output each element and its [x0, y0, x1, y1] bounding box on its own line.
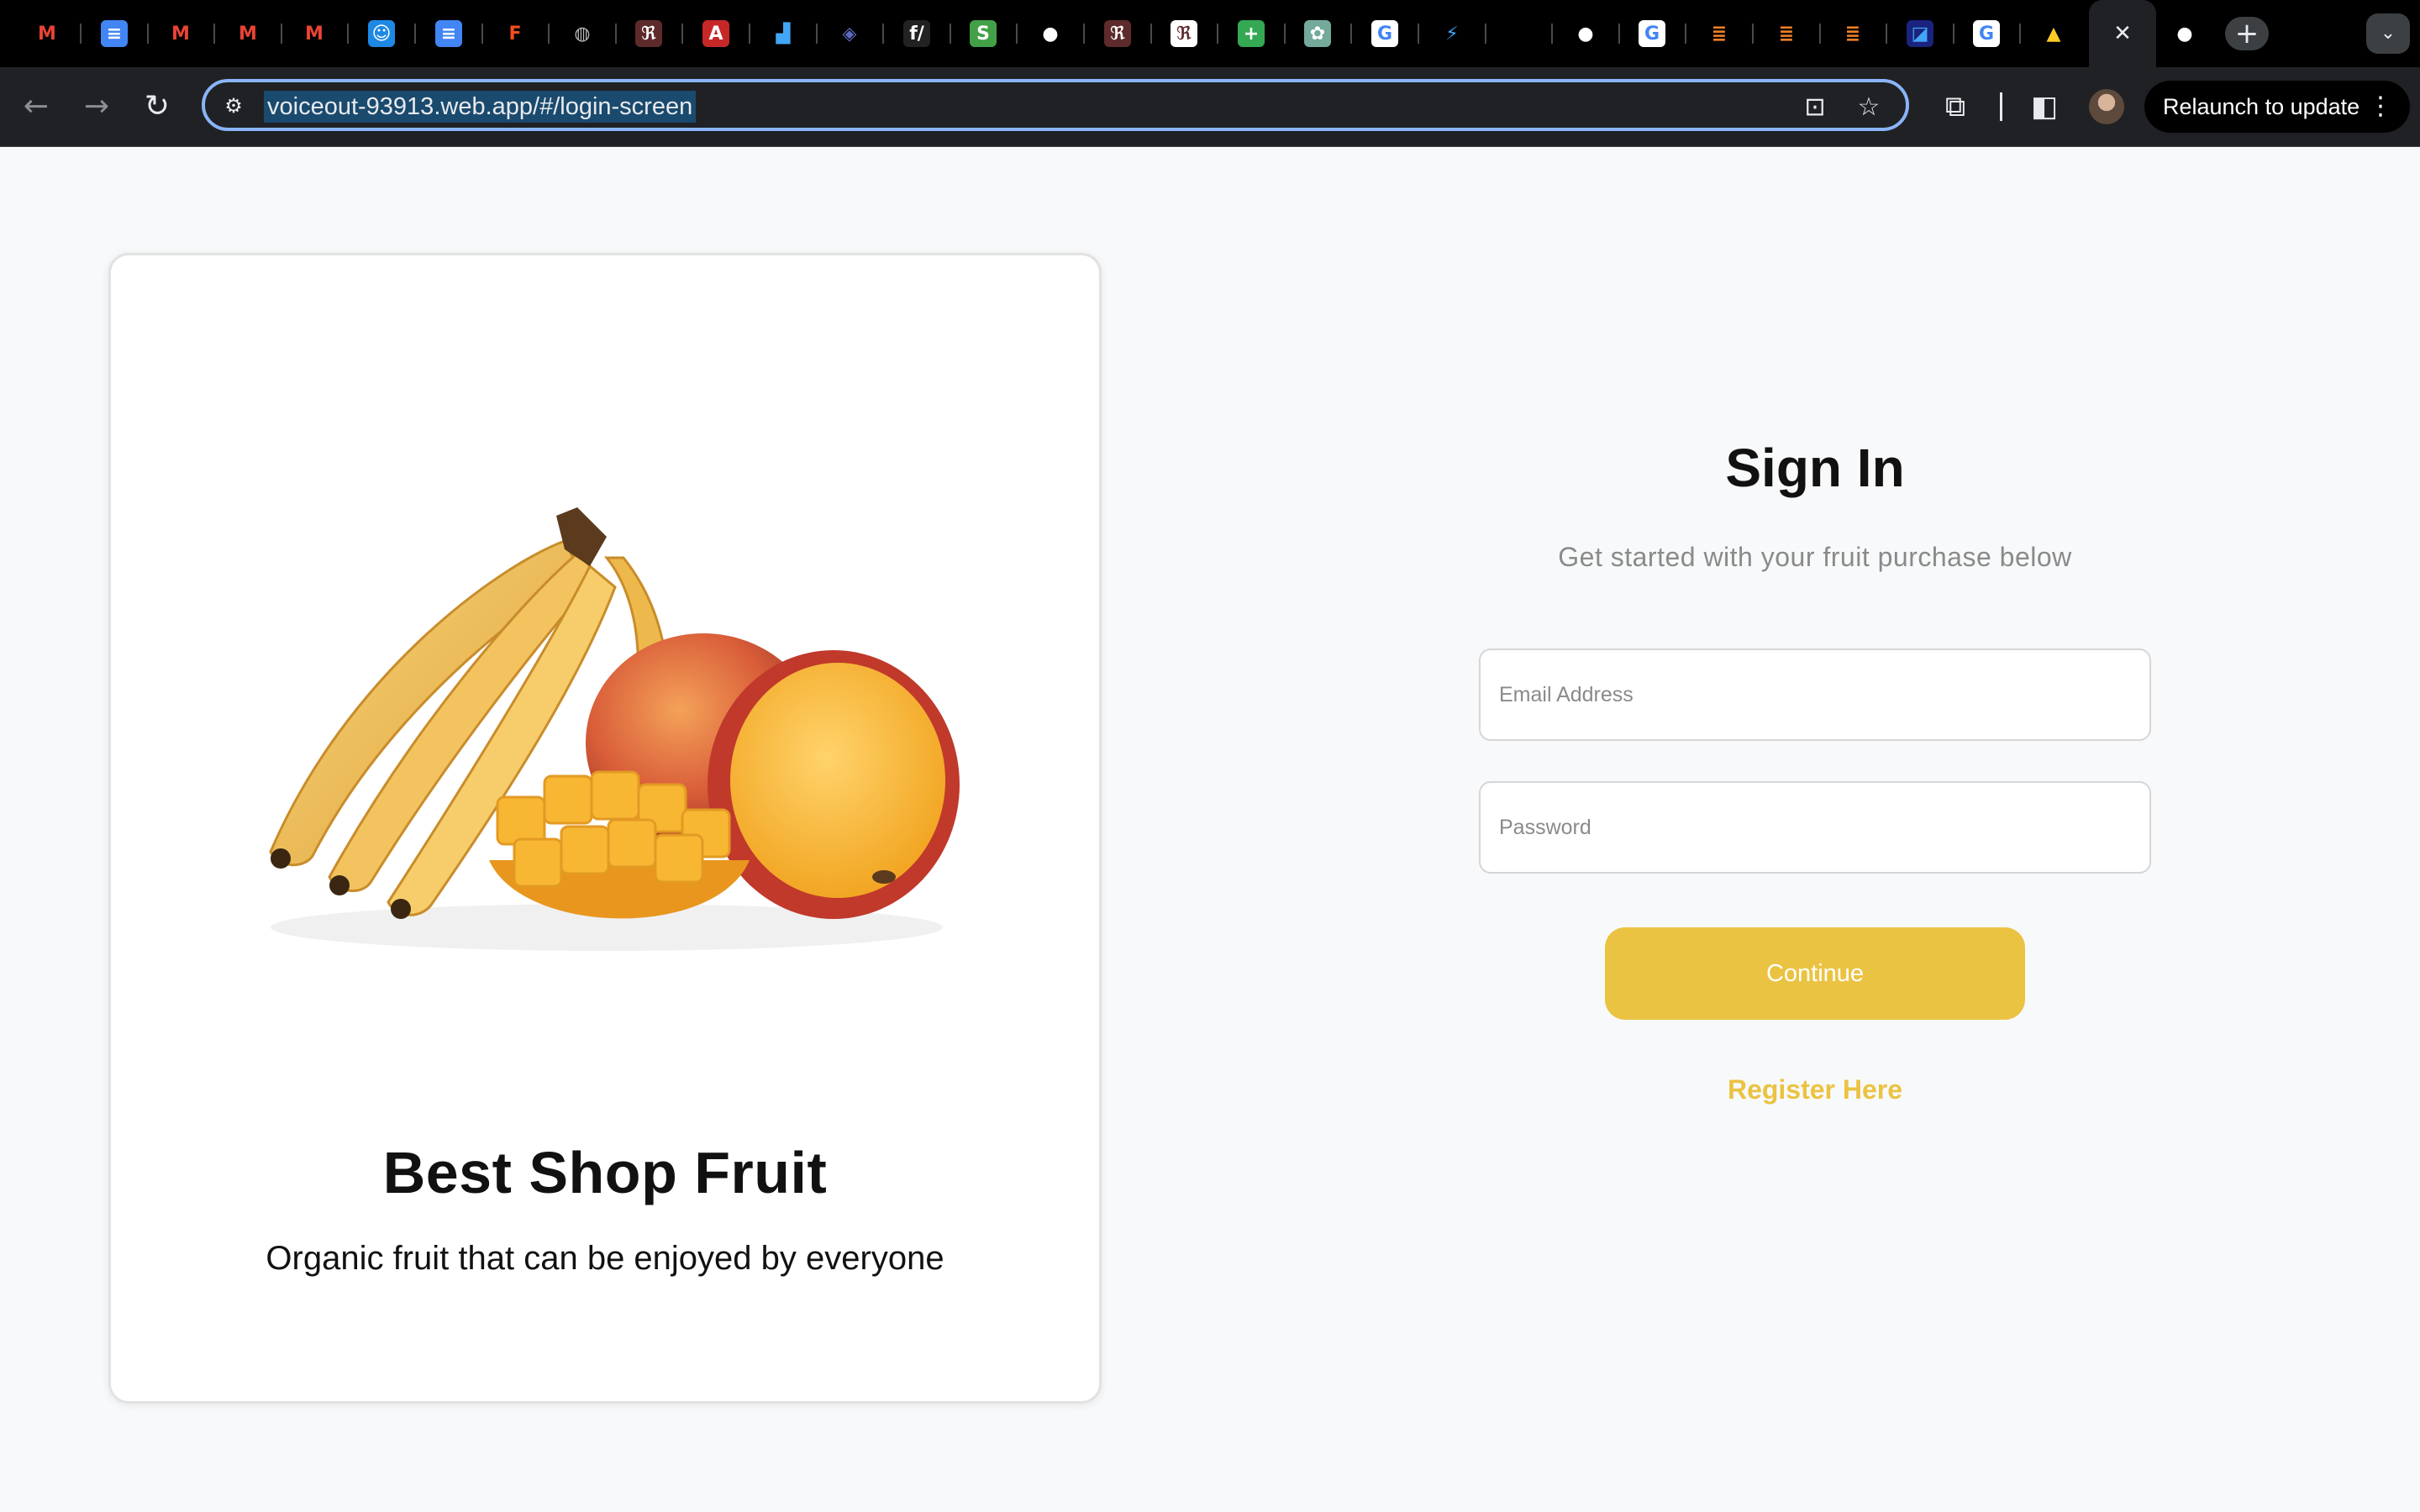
browser-tab[interactable]: ℜ — [1150, 0, 1218, 67]
google-icon: G — [1973, 20, 2000, 47]
reload-button[interactable]: ↻ — [134, 84, 180, 129]
chatgpt-icon: ✿ — [1304, 20, 1331, 47]
forward-button[interactable]: → — [74, 84, 119, 129]
email-input[interactable] — [1481, 650, 2149, 739]
finder-icon: ☺ — [368, 20, 395, 47]
browser-tab[interactable]: f/ — [883, 0, 950, 67]
new-tab-button[interactable]: + — [2225, 17, 2269, 50]
gmail-icon: M — [301, 20, 328, 47]
browser-tab[interactable]: M — [281, 0, 348, 67]
page-content: Best Shop Fruit Organic fruit that can b… — [0, 147, 2420, 1512]
toolbar-divider — [2000, 92, 2002, 121]
browser-tab[interactable]: ≣ — [1753, 0, 1820, 67]
github-icon: ● — [1572, 20, 1599, 47]
install-app-icon[interactable]: ⊡ — [1798, 91, 1832, 124]
browser-tab[interactable]: ≡ — [81, 0, 148, 67]
card-title: Best Shop Fruit — [382, 1140, 828, 1205]
browser-tab[interactable]: ◈ — [816, 0, 883, 67]
bookmark-star-icon[interactable]: ☆ — [1852, 91, 1886, 124]
close-tab-icon[interactable]: ✕ — [2113, 21, 2132, 46]
back-button[interactable]: ← — [13, 84, 59, 129]
browser-tab[interactable]: ◍ — [549, 0, 616, 67]
browser-tab[interactable]: M — [13, 0, 81, 67]
relaunch-to-update-button[interactable]: Relaunch to update ⋮ — [2144, 81, 2410, 133]
github-icon: ● — [1037, 20, 1064, 47]
figma-icon: F — [502, 20, 529, 47]
browser-tab-strip: M ≡ M M M ☺ ≡ F ◍ ℜ A ▟ ◈ f/S ● ℜ ℜ + ✿ G ⚡ ● G ≣ ≣ ≣ ◪ G ▲ ✕ ● + ⌄ — [0, 0, 2420, 67]
browser-tab[interactable]: G — [1618, 0, 1686, 67]
url-text[interactable]: voiceout-93913.web.app/#/login-screen — [264, 91, 697, 123]
github-icon: ● — [2171, 20, 2198, 47]
stackoverflow-icon: ≣ — [1839, 20, 1866, 47]
signin-subtitle: Get started with your fruit purchase bel… — [1558, 542, 2072, 572]
address-bar[interactable]: ⚙ voiceout-93913.web.app/#/login-screen … — [202, 79, 1909, 131]
site-info-icon[interactable]: ⚙ — [220, 92, 247, 119]
browser-tab[interactable]: ● — [1552, 0, 1619, 67]
browser-tab[interactable]: ▲ — [2020, 0, 2087, 67]
browser-tab[interactable]: ⚡ — [1418, 0, 1486, 67]
app-icon: ◪ — [1907, 20, 1933, 47]
gmail-icon: M — [34, 20, 60, 47]
browser-tab[interactable]: M — [214, 0, 281, 67]
browser-tab[interactable]: ✿ — [1284, 0, 1351, 67]
blank-tab-icon — [1505, 20, 1532, 47]
browser-tab[interactable]: ≡ — [415, 0, 482, 67]
register-link[interactable]: Register Here — [1479, 1074, 2151, 1105]
google-docs-icon: ≡ — [435, 20, 462, 47]
code-icon: f/ — [903, 20, 930, 47]
stackoverflow-icon: ≣ — [1773, 20, 1800, 47]
promo-card: Best Shop Fruit Organic fruit that can b… — [108, 253, 1102, 1404]
browser-tab[interactable]: + — [1218, 0, 1285, 67]
flutter-icon: ⚡ — [1439, 20, 1465, 47]
active-tab[interactable]: ✕ — [2089, 0, 2156, 67]
pdf-icon: A — [702, 20, 729, 47]
browser-tab[interactable]: S — [950, 0, 1017, 67]
google-sheets-icon: + — [1238, 20, 1265, 47]
profile-avatar[interactable] — [2089, 89, 2124, 124]
browser-tab[interactable]: ◪ — [1886, 0, 1954, 67]
extensions-icon[interactable]: ⧉ — [1936, 87, 1975, 126]
app-icon: ℜ — [1171, 20, 1197, 47]
browser-tab[interactable]: M — [147, 0, 214, 67]
browser-tab[interactable]: ≣ — [1686, 0, 1753, 67]
password-field[interactable] — [1479, 781, 2151, 874]
browser-tab[interactable] — [1485, 0, 1552, 67]
analytics-icon: ▟ — [770, 20, 797, 47]
app-icon: ℜ — [1104, 20, 1131, 47]
browser-tab[interactable]: ℜ — [615, 0, 682, 67]
tab-search-button[interactable]: ⌄ — [2366, 13, 2410, 54]
google-docs-icon: ≡ — [101, 20, 128, 47]
browser-menu-icon[interactable]: ⋮ — [2368, 81, 2393, 133]
password-input[interactable] — [1481, 783, 2149, 872]
browser-tab[interactable]: ☺ — [348, 0, 415, 67]
email-field[interactable] — [1479, 648, 2151, 741]
side-panel-icon[interactable]: ◧ — [2025, 87, 2064, 126]
gmail-icon: M — [234, 20, 261, 47]
card-subtitle: Organic fruit that can be enjoyed by eve… — [266, 1240, 944, 1277]
browser-tab[interactable]: F — [481, 0, 549, 67]
google-icon: G — [1639, 20, 1665, 47]
gmail-icon: M — [167, 20, 194, 47]
tab-github[interactable]: ● — [2151, 0, 2218, 67]
layers-icon: ◈ — [836, 20, 863, 47]
browser-tab[interactable]: ▟ — [750, 0, 817, 67]
stackoverflow-icon: ≣ — [1706, 20, 1733, 47]
location-icon: S — [970, 20, 997, 47]
browser-tab[interactable]: G — [1351, 0, 1418, 67]
browser-toolbar: ← → ↻ ⚙ voiceout-93913.web.app/#/login-s… — [0, 67, 2420, 147]
browser-tab[interactable]: A — [682, 0, 750, 67]
relaunch-label: Relaunch to update — [2163, 94, 2360, 119]
browser-tab[interactable]: ℜ — [1084, 0, 1151, 67]
signin-title: Sign In — [1725, 438, 1905, 498]
browser-tab[interactable]: G — [1953, 0, 2020, 67]
app-icon: ℜ — [635, 20, 662, 47]
globe-icon: ◍ — [569, 20, 596, 47]
google-icon: G — [1371, 20, 1398, 47]
firebase-icon: ▲ — [2040, 20, 2067, 47]
browser-tab[interactable]: ≣ — [1819, 0, 1886, 67]
continue-button[interactable]: Continue — [1605, 927, 2025, 1020]
browser-tab[interactable]: ● — [1017, 0, 1084, 67]
fruit-illustration — [269, 507, 960, 951]
